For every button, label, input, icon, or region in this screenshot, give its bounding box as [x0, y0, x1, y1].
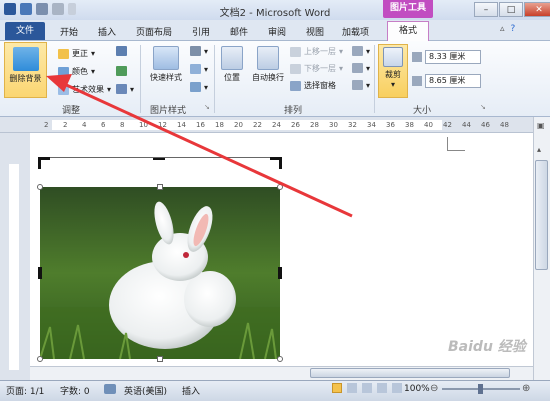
status-word-count[interactable]: 字数: 0 — [60, 384, 90, 397]
web-layout-icon[interactable] — [362, 383, 372, 393]
status-insert-mode[interactable]: 插入 — [182, 384, 200, 397]
horizontal-scroll-thumb[interactable] — [310, 368, 510, 378]
ruler-toggle-icon[interactable]: ▣ — [537, 121, 545, 130]
full-screen-icon[interactable] — [347, 383, 357, 393]
zoom-level[interactable]: 100% — [404, 384, 430, 394]
baidu-watermark: Baidu 经验 — [448, 339, 526, 355]
zoom-slider-thumb[interactable] — [478, 384, 483, 394]
outline-icon[interactable] — [377, 383, 387, 393]
status-page-count[interactable]: 页面: 1/1 — [6, 384, 44, 397]
print-layout-icon[interactable] — [332, 383, 342, 393]
vertical-scroll-thumb[interactable] — [535, 160, 548, 270]
draft-icon[interactable] — [392, 383, 402, 393]
status-language[interactable]: 英语(美国) — [124, 384, 167, 397]
zoom-in-icon[interactable]: ⊕ — [522, 383, 530, 394]
zoom-out-icon[interactable]: ⊖ — [430, 383, 438, 394]
proofing-icon[interactable] — [104, 384, 116, 394]
scroll-up-icon[interactable]: ▴ — [537, 145, 541, 154]
view-buttons — [332, 383, 402, 393]
